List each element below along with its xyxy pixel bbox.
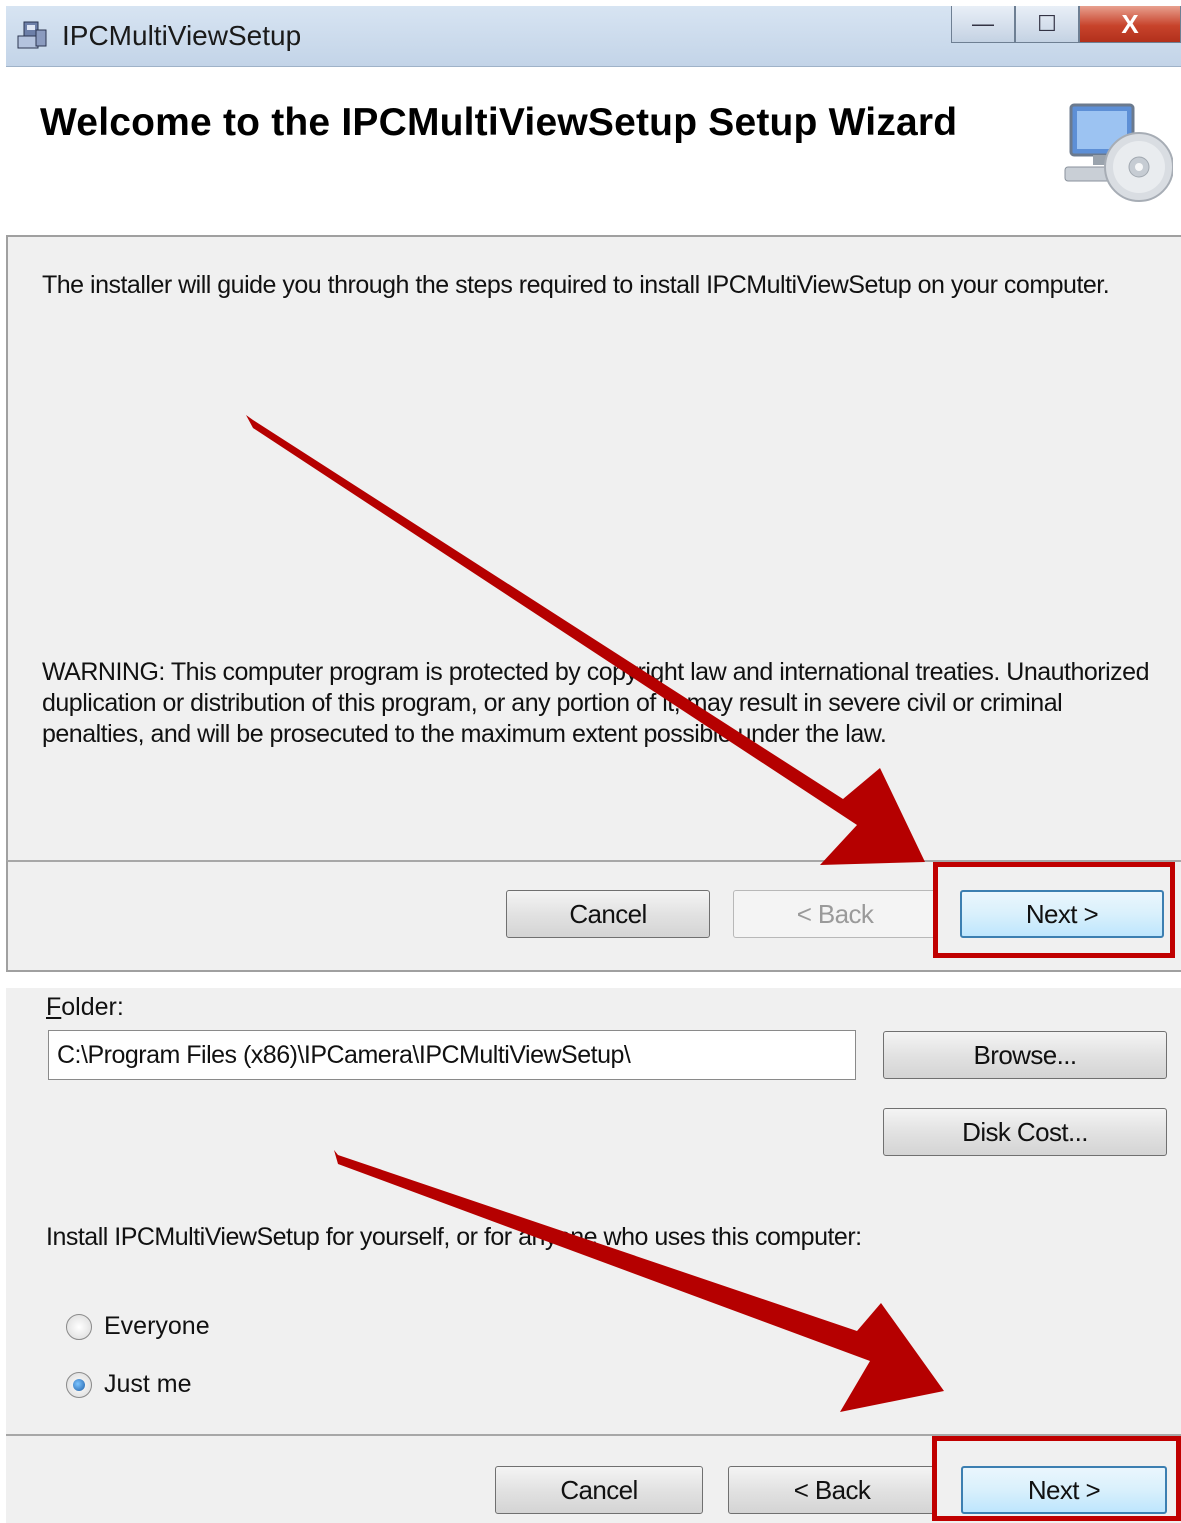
back-button[interactable]: < Back [733, 890, 937, 938]
intro-text: The installer will guide you through the… [42, 271, 1110, 299]
radio-button[interactable] [66, 1313, 92, 1340]
title-bar[interactable]: IPCMultiViewSetup — ☐ X [6, 6, 1181, 67]
back-button[interactable]: < Back [728, 1466, 936, 1514]
radio-label-just-me: Just me [104, 1370, 192, 1398]
folder-label: Folder: [46, 993, 124, 1022]
setup-wizard-welcome-window: IPCMultiViewSetup — ☐ X Welcome to the I… [6, 6, 1181, 972]
wizard-header: Welcome to the IPCMultiViewSetup Setup W… [6, 67, 1181, 237]
folder-label-accelerator: F [46, 993, 62, 1021]
radio-label-everyone: Everyone [104, 1312, 210, 1340]
copyright-warning: WARNING: This computer program is protec… [42, 658, 1149, 748]
installer-app-icon [17, 21, 47, 49]
maximize-button[interactable]: ☐ [1015, 6, 1079, 43]
wizard-body: The installer will guide you through the… [6, 237, 1181, 862]
caption-buttons: — ☐ X [951, 6, 1181, 44]
radio-just-me[interactable]: Just me [66, 1370, 192, 1399]
radio-everyone[interactable]: Everyone [66, 1312, 210, 1341]
disk-cost-button[interactable]: Disk Cost... [883, 1108, 1167, 1156]
page-title: Welcome to the IPCMultiViewSetup Setup W… [40, 101, 958, 144]
browse-button[interactable]: Browse... [883, 1031, 1167, 1079]
minimize-button[interactable]: — [951, 6, 1015, 43]
cancel-button[interactable]: Cancel [495, 1466, 703, 1514]
folder-path-input[interactable] [48, 1030, 856, 1080]
next-highlight-box [933, 862, 1175, 958]
install-scope-prompt: Install IPCMultiViewSetup for yourself, … [46, 1223, 862, 1251]
radio-button-selected[interactable] [66, 1371, 92, 1398]
close-button[interactable]: X [1079, 6, 1181, 43]
folder-label-text: older: [61, 993, 124, 1021]
next-highlight-box-2 [932, 1436, 1181, 1521]
cancel-button[interactable]: Cancel [506, 890, 710, 938]
computer-cd-icon [1064, 103, 1173, 202]
window-title: IPCMultiViewSetup [62, 20, 302, 51]
